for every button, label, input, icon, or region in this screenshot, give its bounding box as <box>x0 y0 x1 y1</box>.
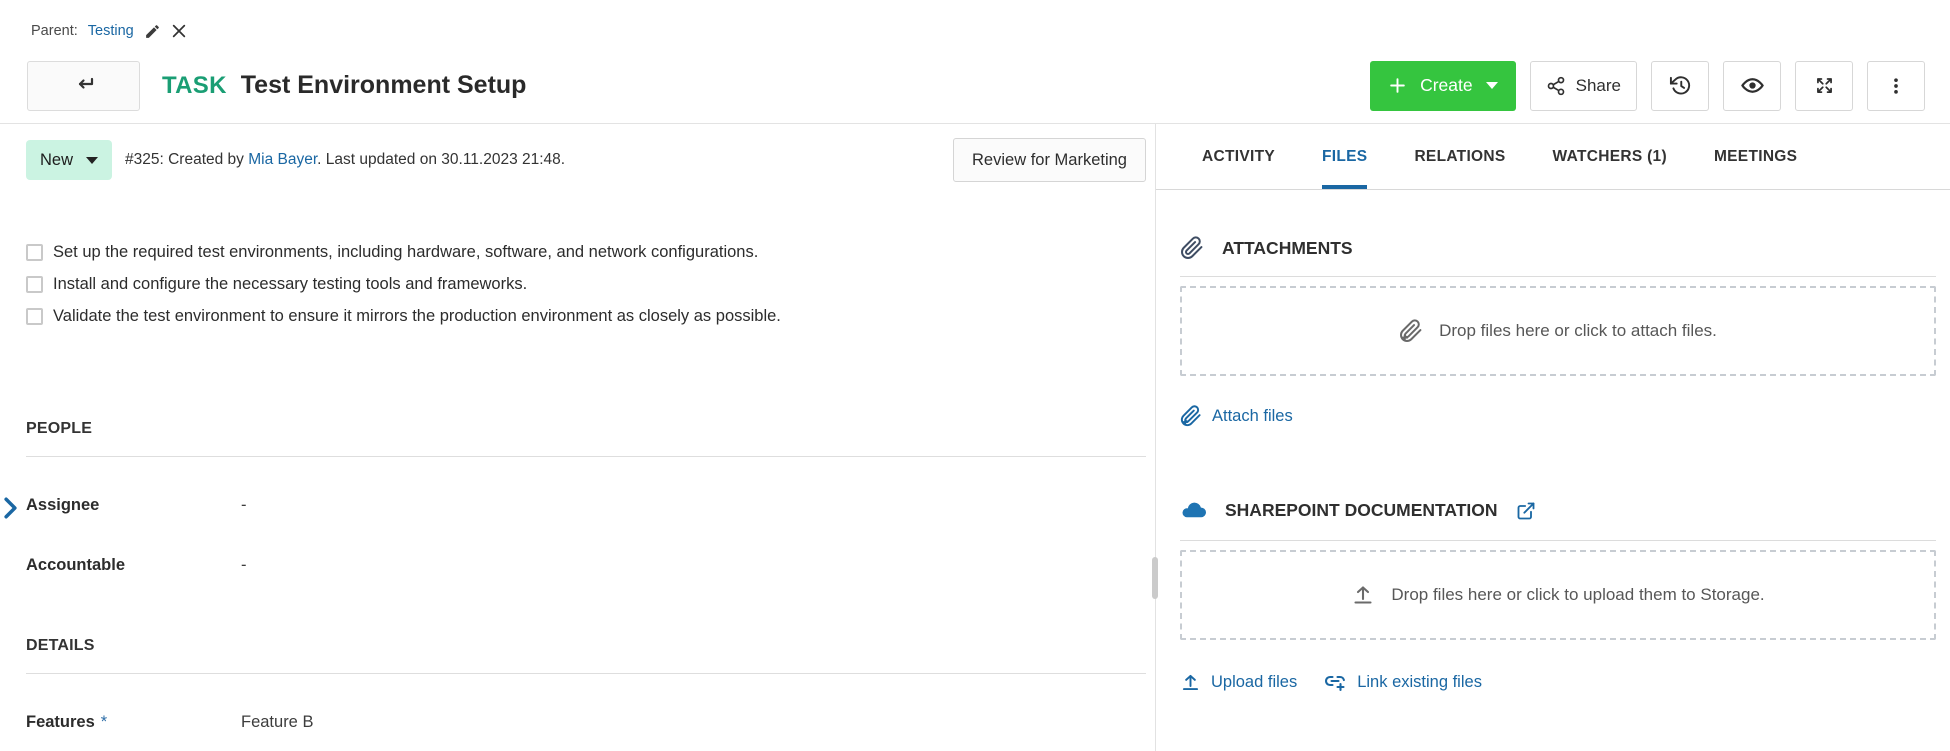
work-package-type: TASK <box>162 72 227 100</box>
attach-paperclip-icon <box>1180 405 1202 427</box>
more-actions-button[interactable] <box>1867 61 1925 111</box>
details-section-title: DETAILS <box>26 637 1146 655</box>
meta-suffix: . Last updated on 30.11.2023 21:48. <box>317 151 565 168</box>
accountable-field: Accountable - <box>26 543 1146 587</box>
files-side-panel: ACTIVITY FILES RELATIONS WATCHERS (1) ME… <box>1156 124 1950 751</box>
status-label: New <box>40 151 73 170</box>
side-panel-tabs: ACTIVITY FILES RELATIONS WATCHERS (1) ME… <box>1156 124 1950 190</box>
checklist-checkbox[interactable] <box>26 308 43 325</box>
external-link-icon[interactable] <box>1516 501 1536 521</box>
watch-button[interactable] <box>1723 61 1781 111</box>
tab-files[interactable]: FILES <box>1322 124 1367 189</box>
meta-prefix: #325: Created by <box>125 151 248 168</box>
eye-icon <box>1741 74 1764 97</box>
storage-links-row: Upload files Link existing files <box>1180 670 1936 694</box>
checklist-item-text: Install and configure the necessary test… <box>53 275 527 294</box>
checklist-item-text: Set up the required test environments, i… <box>53 243 758 262</box>
link-existing-files-link[interactable]: Link existing files <box>1323 670 1482 694</box>
content-split: New #325: Created by Mia Bayer. Last upd… <box>0 124 1950 751</box>
edit-parent-icon[interactable] <box>144 23 161 40</box>
paperclip-icon <box>1180 236 1204 260</box>
parent-breadcrumb: Parent: Testing <box>0 0 1950 47</box>
back-arrow-icon <box>72 76 96 96</box>
description-checklist: Set up the required test environments, i… <box>26 236 1146 332</box>
page-title: Test Environment Setup <box>241 71 527 100</box>
share-button-label: Share <box>1576 76 1621 96</box>
sharepoint-title: SHAREPOINT DOCUMENTATION <box>1225 500 1498 521</box>
checklist-item: Validate the test environment to ensure … <box>26 300 1146 332</box>
tab-meetings[interactable]: MEETINGS <box>1714 124 1797 189</box>
files-panel-body: ATTACHMENTS Drop files here or click to … <box>1156 190 1950 694</box>
section-divider <box>26 456 1146 457</box>
link-existing-files-label: Link existing files <box>1357 673 1482 692</box>
attach-files-link[interactable]: Attach files <box>1180 405 1936 427</box>
features-field: Features * Feature B <box>26 700 1146 744</box>
back-button[interactable] <box>27 61 140 111</box>
header-actions: Create Share <box>1370 61 1925 111</box>
create-button[interactable]: Create <box>1370 61 1516 111</box>
parent-link[interactable]: Testing <box>88 23 134 39</box>
plus-icon <box>1388 76 1407 95</box>
panel-resize-handle[interactable] <box>1152 557 1158 599</box>
features-label: Features <box>26 713 95 732</box>
checklist-checkbox[interactable] <box>26 244 43 261</box>
section-divider <box>26 673 1146 674</box>
kebab-menu-icon <box>1886 75 1906 97</box>
people-section: PEOPLE Assignee - Accountable - <box>26 420 1146 587</box>
tab-relations[interactable]: RELATIONS <box>1414 124 1505 189</box>
checklist-item-text: Validate the test environment to ensure … <box>53 307 781 326</box>
checklist-item: Install and configure the necessary test… <box>26 268 1146 300</box>
checklist-item: Set up the required test environments, i… <box>26 236 1146 268</box>
attachments-dropzone-text: Drop files here or click to attach files… <box>1439 321 1717 341</box>
tab-activity[interactable]: ACTIVITY <box>1202 124 1275 189</box>
fullscreen-button[interactable] <box>1795 61 1853 111</box>
chevron-down-icon <box>86 157 98 164</box>
parent-label: Parent: <box>31 23 78 39</box>
expand-sidebar-chevron-icon[interactable] <box>2 496 19 520</box>
features-value[interactable]: Feature B <box>241 713 313 732</box>
author-link[interactable]: Mia Bayer <box>248 151 317 168</box>
upload-icon <box>1180 672 1201 693</box>
share-icon <box>1546 76 1566 96</box>
accountable-label: Accountable <box>26 556 125 575</box>
attachments-dropzone[interactable]: Drop files here or click to attach files… <box>1180 286 1936 376</box>
section-divider <box>1180 276 1936 277</box>
accountable-value[interactable]: - <box>241 556 247 575</box>
tab-watchers[interactable]: WATCHERS (1) <box>1553 124 1667 189</box>
upload-files-link[interactable]: Upload files <box>1180 672 1297 693</box>
required-mark: * <box>101 713 107 732</box>
chevron-down-icon <box>1486 82 1498 89</box>
assignee-label: Assignee <box>26 496 99 515</box>
assignee-field: Assignee - <box>26 483 1146 527</box>
storage-dropzone[interactable]: Drop files here or click to upload them … <box>1180 550 1936 640</box>
attach-paperclip-icon <box>1399 319 1423 343</box>
checklist-checkbox[interactable] <box>26 276 43 293</box>
status-dropdown[interactable]: New <box>26 140 112 180</box>
upload-files-label: Upload files <box>1211 673 1297 692</box>
create-button-label: Create <box>1420 75 1473 96</box>
upload-icon <box>1351 583 1375 607</box>
work-package-meta: #325: Created by Mia Bayer. Last updated… <box>125 151 565 169</box>
attachments-header: ATTACHMENTS <box>1180 236 1936 260</box>
sharepoint-header: SHAREPOINT DOCUMENTATION <box>1180 497 1936 524</box>
section-divider <box>1180 540 1936 541</box>
share-button[interactable]: Share <box>1530 61 1637 111</box>
attachments-title: ATTACHMENTS <box>1222 238 1353 259</box>
people-section-title: PEOPLE <box>26 420 1146 438</box>
status-row: New #325: Created by Mia Bayer. Last upd… <box>26 138 1146 182</box>
cloud-icon <box>1180 497 1207 524</box>
details-section: DETAILS Features * Feature B <box>26 637 1146 744</box>
work-package-detail-panel: New #325: Created by Mia Bayer. Last upd… <box>0 124 1156 751</box>
work-package-header: TASK Test Environment Setup Create Share <box>0 47 1950 124</box>
remove-parent-icon[interactable] <box>171 23 187 39</box>
assignee-value[interactable]: - <box>241 496 247 515</box>
history-icon <box>1669 74 1692 97</box>
activity-history-button[interactable] <box>1651 61 1709 111</box>
expand-icon <box>1814 75 1835 96</box>
review-for-marketing-button[interactable]: Review for Marketing <box>953 138 1146 182</box>
header-zone: Parent: Testing TASK Test Environment Se… <box>0 0 1950 124</box>
link-plus-icon <box>1323 670 1347 694</box>
storage-dropzone-text: Drop files here or click to upload them … <box>1391 585 1764 605</box>
attach-files-label: Attach files <box>1212 407 1293 426</box>
